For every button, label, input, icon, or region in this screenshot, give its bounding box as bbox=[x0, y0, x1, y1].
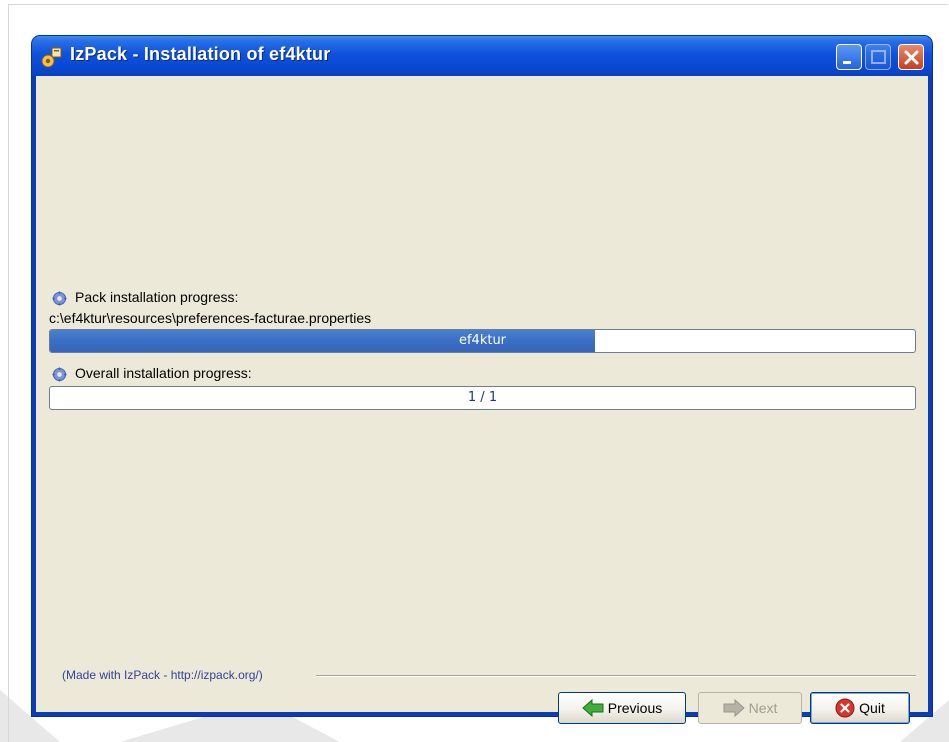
overall-progress-label: Overall installation progress: bbox=[75, 365, 252, 381]
made-with-izpack: (Made with IzPack - http://izpack.org/) bbox=[62, 668, 263, 682]
gear-icon bbox=[52, 291, 67, 306]
maximize-button[interactable] bbox=[865, 44, 891, 70]
pack-progress-bar: ef4ktur bbox=[49, 329, 916, 353]
previous-label: Previous bbox=[607, 700, 663, 716]
green-left-arrow-icon bbox=[582, 699, 604, 717]
pack-progress-text: ef4ktur bbox=[458, 333, 507, 348]
quit-label: Quit bbox=[859, 700, 885, 716]
footer-separator bbox=[316, 675, 916, 677]
installer-icon bbox=[41, 47, 62, 68]
quit-button[interactable]: Quit bbox=[810, 692, 910, 724]
minimize-icon bbox=[843, 61, 851, 64]
installer-content: Pack installation progress: c:\ef4ktur\r… bbox=[36, 76, 928, 724]
red-x-circle-icon bbox=[835, 698, 855, 718]
gear-icon bbox=[52, 367, 67, 382]
close-icon bbox=[904, 50, 919, 65]
close-button[interactable] bbox=[898, 44, 924, 70]
title-bar[interactable]: IzPack - Installation of ef4ktur bbox=[32, 36, 932, 76]
minimize-button[interactable] bbox=[836, 44, 862, 70]
previous-button[interactable]: Previous bbox=[558, 692, 686, 724]
installer-window: IzPack - Installation of ef4ktur Pack in… bbox=[32, 36, 932, 724]
overall-progress-bar: 1 / 1 bbox=[49, 386, 916, 410]
pack-progress-label: Pack installation progress: bbox=[75, 289, 239, 305]
next-button[interactable]: Next bbox=[698, 692, 802, 724]
next-label: Next bbox=[748, 700, 778, 716]
overall-progress-text: 1 / 1 bbox=[467, 390, 498, 405]
window-title: IzPack - Installation of ef4ktur bbox=[70, 44, 331, 64]
gray-right-arrow-icon bbox=[723, 699, 745, 717]
current-file-path: c:\ef4ktur\resources\preferences-factura… bbox=[49, 310, 372, 326]
maximize-icon bbox=[871, 50, 886, 64]
